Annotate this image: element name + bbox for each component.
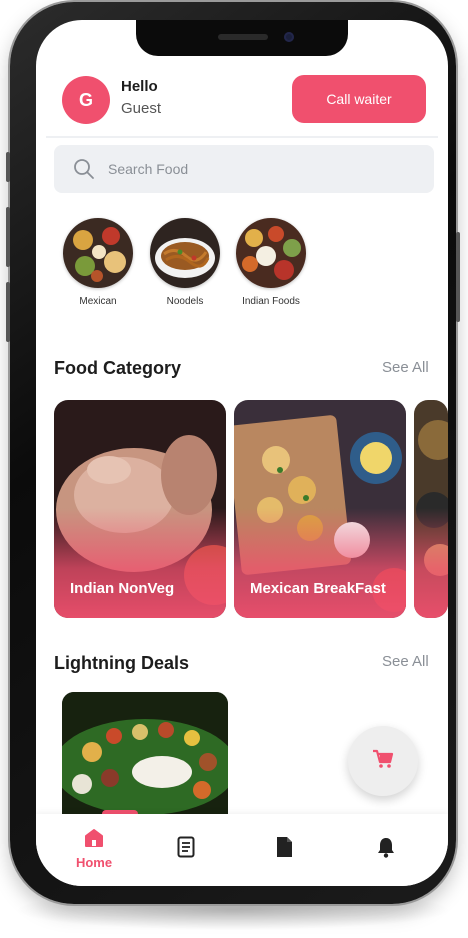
username-text: Guest xyxy=(121,100,162,117)
notch xyxy=(136,20,348,56)
call-waiter-button[interactable]: Call waiter xyxy=(292,75,426,123)
category-card-label: Indian NonVeg xyxy=(70,580,175,597)
thali-image xyxy=(62,692,228,822)
orders-icon xyxy=(177,836,195,862)
bottom-navigation: Home xyxy=(36,814,448,886)
nav-notifications[interactable] xyxy=(356,836,416,863)
phone-frame: G Hello Guest Call waiter Search Food Me… xyxy=(6,2,460,904)
header-divider xyxy=(46,136,438,138)
food-category-see-all-link[interactable]: See All xyxy=(382,359,429,376)
front-camera xyxy=(284,32,294,42)
side-button xyxy=(456,232,460,322)
app-screen: G Hello Guest Call waiter Search Food Me… xyxy=(36,20,448,886)
nav-documents[interactable] xyxy=(254,836,314,863)
cart-button[interactable] xyxy=(348,726,418,796)
side-button xyxy=(6,282,10,342)
nav-orders[interactable] xyxy=(156,836,216,863)
side-button xyxy=(6,152,10,182)
document-icon xyxy=(275,837,293,862)
indian-foods-image xyxy=(236,218,306,288)
quick-category-label: Indian Foods xyxy=(242,296,300,307)
home-icon xyxy=(83,829,105,852)
deal-card[interactable] xyxy=(62,692,228,822)
quick-category-indian-foods[interactable]: Indian Foods xyxy=(231,218,311,307)
lightning-deals-see-all-link[interactable]: See All xyxy=(382,653,429,670)
card-gradient-overlay xyxy=(234,508,406,618)
nav-home-label: Home xyxy=(75,855,113,870)
speaker xyxy=(218,34,268,40)
search-icon xyxy=(66,145,102,193)
search-input[interactable] xyxy=(106,160,410,178)
quick-category-label: Mexican xyxy=(79,296,117,307)
lightning-deals-title: Lightning Deals xyxy=(54,653,189,673)
avatar[interactable]: G xyxy=(62,76,110,124)
category-card-indian-nonveg[interactable]: Indian NonVeg xyxy=(54,400,226,618)
cart-icon xyxy=(372,749,394,774)
card-gradient-overlay xyxy=(414,508,448,618)
card-gradient-overlay xyxy=(54,508,226,618)
food-category-title: Food Category xyxy=(54,358,182,378)
nav-home[interactable]: Home xyxy=(64,828,124,870)
greeting-text: Hello xyxy=(121,78,158,95)
category-card-mexican-breakfast[interactable]: Mexican BreakFast xyxy=(234,400,406,618)
category-card-partial[interactable] xyxy=(414,400,448,618)
quick-category-noodels[interactable]: Noodels xyxy=(145,218,225,307)
quick-category-mexican[interactable]: Mexican xyxy=(58,218,138,307)
category-card-label: Mexican BreakFast xyxy=(250,580,386,597)
search-bar[interactable] xyxy=(54,145,434,193)
bell-icon xyxy=(376,838,396,862)
mexican-food-image xyxy=(63,218,133,288)
quick-category-label: Noodels xyxy=(166,296,204,307)
noodles-image xyxy=(150,218,220,288)
side-button xyxy=(6,207,10,267)
